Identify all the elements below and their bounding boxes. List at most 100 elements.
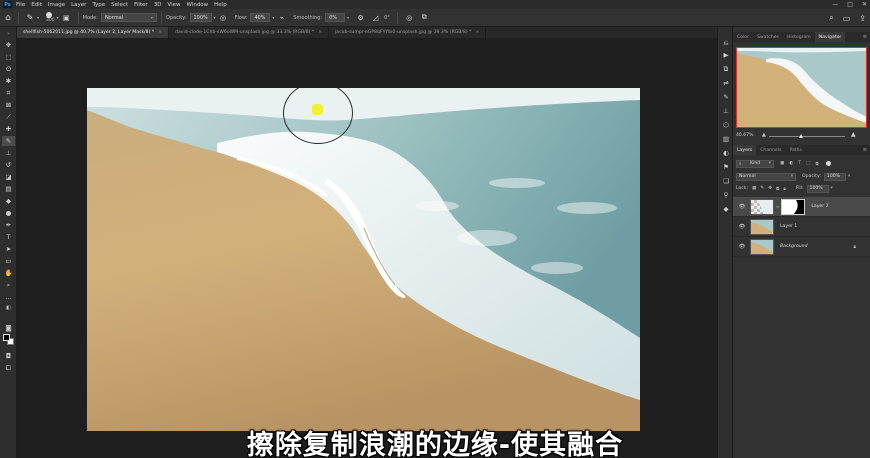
close-icon[interactable]: ×	[158, 30, 162, 35]
smoothing-field[interactable]: 0%	[325, 13, 346, 22]
link-icon[interactable]: ∞	[776, 204, 779, 209]
brush-size-picker[interactable]: 300	[44, 12, 55, 23]
hand-tool-icon[interactable]: ✋	[2, 268, 15, 278]
pressure-size-icon[interactable]: ◎	[404, 12, 415, 23]
libraries-icon[interactable]: ▥	[721, 134, 731, 144]
tab-layers[interactable]: Layers	[733, 145, 757, 155]
layer-row-background[interactable]: 👁︎ Background 🔒︎	[733, 237, 870, 257]
lock-transparent-icon[interactable]: ▦	[752, 186, 756, 191]
clone-source-icon[interactable]: ⊥	[721, 106, 731, 116]
chevron-down-icon[interactable]: ▾	[57, 15, 59, 20]
document-tab-shellfish[interactable]: shellfish-5062011.jpg @ 40.7% (Layer 2, …	[17, 27, 170, 38]
smoothing-settings-gear-icon[interactable]: ⚙	[355, 12, 366, 23]
minimize-button[interactable]: —	[832, 1, 838, 8]
chevron-down-icon[interactable]: ▾	[848, 174, 850, 179]
filter-pixel-icon[interactable]: ▣	[780, 161, 784, 166]
move-tool-icon[interactable]: ✥	[2, 40, 15, 50]
mode-select[interactable]: Normal ▾	[100, 13, 157, 22]
history-brush-tool-icon[interactable]: ↺	[2, 160, 15, 170]
menu-help[interactable]: Help	[214, 2, 227, 8]
close-window-button[interactable]: ✕	[862, 1, 867, 8]
menu-view[interactable]: View	[167, 2, 180, 8]
zoom-slider-knob[interactable]	[799, 134, 803, 138]
default-colors-icon[interactable]: ◧	[2, 303, 15, 313]
menu-type[interactable]: Type	[92, 2, 105, 8]
document-tab-jacob-sumpr[interactable]: jacob-sumpr-eGP8qFYYbi0-unsplash.jpg @ 3…	[329, 27, 487, 38]
navigator-zoom-value[interactable]: 40.67%	[736, 133, 754, 138]
healing-brush-tool-icon[interactable]: ✚	[2, 124, 15, 134]
lasso-tool-icon[interactable]: ʘ	[2, 64, 15, 74]
chevron-down-icon[interactable]: ▾	[347, 15, 349, 20]
visibility-eye-icon[interactable]: 👁︎	[737, 224, 747, 230]
frame-tool-icon[interactable]: ⊠	[2, 100, 15, 110]
screen-mode-icon[interactable]: ⧠	[2, 363, 15, 373]
canvas-area[interactable]	[17, 38, 717, 458]
filter-type-icon[interactable]: T	[798, 161, 801, 166]
eyedropper-tool-icon[interactable]: ⟋	[2, 112, 15, 122]
gradient-tool-icon[interactable]: ▤	[2, 184, 15, 194]
quick-select-tool-icon[interactable]: ✱	[2, 76, 15, 86]
tab-color[interactable]: Color	[733, 32, 753, 42]
chevron-down-icon[interactable]: ▾	[214, 15, 216, 20]
tab-navigator[interactable]: Navigator	[814, 32, 846, 42]
opacity-field[interactable]: 100%	[189, 13, 212, 22]
filter-toggle-icon[interactable]	[825, 161, 831, 166]
tab-swatches[interactable]: Swatches	[753, 32, 783, 42]
menu-select[interactable]: Select	[111, 2, 128, 8]
path-selection-tool-icon[interactable]: ➤	[2, 244, 15, 254]
layer-name[interactable]: Layer 2	[811, 204, 828, 209]
navigator-preview[interactable]	[736, 47, 867, 128]
color-icon[interactable]: ◐	[721, 148, 731, 158]
blend-mode-select[interactable]: Normal ▾	[736, 172, 796, 181]
menu-layer[interactable]: Layer	[71, 2, 86, 8]
menu-edit[interactable]: Edit	[31, 2, 42, 8]
workspace-icon[interactable]: ▭	[843, 14, 851, 23]
search-icon[interactable]: ⌕	[829, 13, 833, 23]
share-icon[interactable]: ⇪	[859, 14, 866, 23]
more-tools-icon[interactable]: …	[2, 292, 15, 302]
angle-value[interactable]: 0°	[384, 15, 390, 21]
layer-name[interactable]: Background	[780, 244, 808, 249]
zoom-out-icon[interactable]: ▲	[762, 132, 766, 138]
crop-tool-icon[interactable]: ⌗	[2, 88, 15, 98]
panel-menu-icon[interactable]: ≡	[863, 147, 867, 153]
eraser-tool-icon[interactable]: ◪	[2, 172, 15, 182]
lock-position-icon[interactable]: ✥	[768, 186, 772, 191]
3d-cube-icon[interactable]: ⬡	[721, 120, 731, 130]
lock-artboard-icon[interactable]: ⧉	[776, 186, 779, 192]
pen-tool-icon[interactable]: ✒	[2, 220, 15, 230]
close-icon[interactable]: ×	[475, 30, 479, 35]
channels-icon[interactable]: ❏	[721, 176, 731, 186]
document-tab-david-clode[interactable]: david-clode-1Chb-sW6oWM-unsplash.jpg @ 3…	[169, 27, 330, 38]
tab-histogram[interactable]: Histogram	[783, 32, 815, 42]
brush-settings-icon[interactable]: ✎	[721, 92, 731, 102]
zoom-in-icon[interactable]: ▲	[851, 131, 856, 138]
flow-field[interactable]: 40%	[250, 13, 271, 22]
menu-image[interactable]: Image	[48, 2, 65, 8]
layer-name[interactable]: Layer 1	[780, 224, 797, 229]
lock-pixels-icon[interactable]: ✎	[760, 186, 764, 191]
kind-filter-select[interactable]: ⌕ Kind ▾	[736, 159, 774, 168]
brush-tool-preset-icon[interactable]: ✎	[23, 12, 37, 24]
tab-paths[interactable]: Paths	[785, 145, 806, 155]
adjustments-icon[interactable]: ⇌	[721, 78, 731, 88]
type-tool-icon[interactable]: T	[2, 232, 15, 242]
layer-thumbnail[interactable]	[750, 238, 774, 255]
marquee-tool-icon[interactable]: ⬚	[2, 52, 15, 62]
layer-thumbnail[interactable]	[750, 198, 774, 215]
close-icon[interactable]: ×	[318, 30, 322, 35]
filter-shape-icon[interactable]: ⬚	[806, 161, 810, 166]
clone-stamp-tool-icon[interactable]: ⊥	[2, 148, 15, 158]
layer-mask-thumbnail[interactable]	[781, 198, 806, 215]
zoom-tool-icon[interactable]: ⌕	[2, 280, 15, 290]
dodge-tool-icon[interactable]: ●	[2, 208, 15, 218]
history-icon[interactable]: ⎌	[721, 38, 731, 48]
visibility-eye-icon[interactable]: 👁︎	[737, 204, 747, 210]
blur-tool-icon[interactable]: ◆	[2, 196, 15, 206]
menu-window[interactable]: Window	[186, 2, 208, 8]
play-actions-icon[interactable]: ▶	[721, 50, 731, 60]
layer-thumbnail[interactable]	[750, 218, 774, 235]
brush-tool-icon[interactable]: ✎	[2, 136, 15, 146]
fill-field[interactable]: 100%	[806, 184, 829, 193]
foreground-color-swatch[interactable]	[3, 334, 10, 341]
